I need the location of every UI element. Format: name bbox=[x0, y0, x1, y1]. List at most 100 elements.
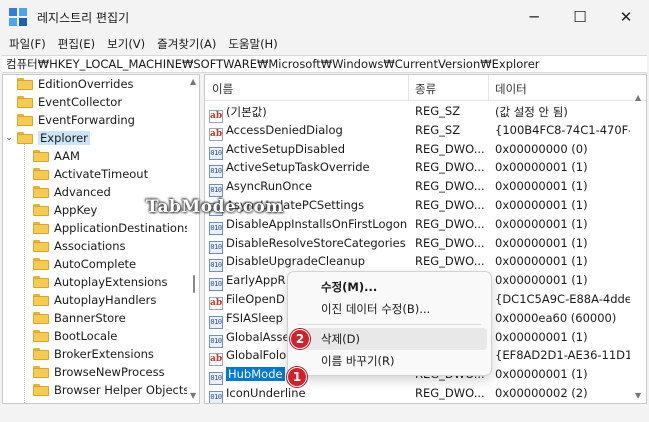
list-scrollbar[interactable]: ▲ ▼ bbox=[632, 75, 646, 403]
menu-favorites[interactable]: 즐겨찾기(A) bbox=[151, 36, 222, 52]
tree-item-label: EventForwarding bbox=[38, 113, 135, 127]
value-row[interactable]: 010 DisableAppInstallsOnFirstLogon REG_DWO… bbox=[205, 215, 630, 235]
tree-item-label: BrokerExtensions bbox=[54, 347, 154, 361]
menu-item-modify[interactable]: 수정(M)... bbox=[292, 276, 487, 298]
folder-icon bbox=[33, 150, 49, 162]
key-tree-pane[interactable]: EditionOverrides EventCollector EventFor… bbox=[2, 74, 200, 404]
tree-item-label: EventCollector bbox=[38, 95, 123, 109]
close-button[interactable]: ✕ bbox=[603, 0, 649, 34]
column-header-type[interactable]: 종류 bbox=[415, 81, 436, 97]
tree-guide-line bbox=[24, 139, 25, 403]
scroll-up-icon[interactable]: ▲ bbox=[635, 93, 641, 102]
context-menu: 수정(M)... 이진 데이터 수정(B)... 삭제(D) 이름 바꾸기(R) bbox=[287, 271, 492, 376]
value-name: IconUnderline bbox=[226, 386, 306, 400]
tree-item-child[interactable]: AppKey bbox=[33, 201, 97, 219]
tree-item-child[interactable]: BrowseNewProcess bbox=[33, 363, 165, 381]
value-data: 0x00000001 (1) bbox=[495, 254, 588, 269]
value-row[interactable]: ab (기본값) REG_SZ (값 설정 안 됨) bbox=[205, 102, 630, 123]
tree-item-label: BrowseNewProcess bbox=[54, 365, 165, 379]
value-name: GlobalFolo bbox=[226, 348, 287, 363]
value-type: REG_DWO... bbox=[415, 254, 485, 269]
tree-item-child[interactable]: Advanced bbox=[33, 183, 111, 201]
tree-item-child[interactable]: ApplicationDestinations bbox=[33, 219, 190, 237]
maximize-button[interactable]: ☐ bbox=[557, 0, 603, 34]
tree-item-label: Browser Helper Objects bbox=[54, 383, 190, 397]
tree-item-explorer[interactable]: ⌄ Explorer bbox=[3, 129, 90, 147]
watermark: TabMode.com bbox=[146, 197, 284, 217]
chevron-down-icon[interactable]: ⌄ bbox=[3, 133, 15, 143]
menu-item-delete[interactable]: 삭제(D) bbox=[292, 328, 487, 350]
menu-separator bbox=[298, 324, 481, 325]
column-divider bbox=[488, 75, 489, 101]
scroll-down-icon[interactable]: ▼ bbox=[190, 391, 196, 400]
scroll-down-icon[interactable]: ▼ bbox=[635, 391, 641, 400]
value-data: {EF8AD2D1-AE36-11D1- bbox=[495, 348, 630, 363]
value-data: 0x00000001 (1) bbox=[495, 160, 588, 175]
tree-item-child[interactable]: Associations bbox=[33, 237, 125, 255]
address-bar[interactable]: 컴퓨터₩HKEY_LOCAL_MACHINE₩SOFTWARE₩Microsof… bbox=[2, 55, 647, 73]
tree-item-child[interactable]: ActivateTimeout bbox=[33, 165, 148, 183]
tree-item-label: ActivateTimeout bbox=[54, 167, 149, 181]
tree-item-label: AutoplayExtensions bbox=[54, 275, 168, 289]
list-header: 이름 종류 데이터 bbox=[205, 75, 646, 101]
value-name: EarlyAppR bbox=[226, 273, 286, 288]
tree-item-child[interactable]: BannerStore bbox=[33, 309, 126, 327]
tree-item-label: BootLocale bbox=[54, 329, 118, 343]
value-row[interactable]: 010 DisableResolveStoreCategories REG_DWO.… bbox=[205, 234, 630, 254]
value-type: REG_SZ bbox=[415, 104, 461, 118]
value-data: 0x00000001 (1) bbox=[495, 179, 588, 194]
value-name: ActiveSetupTaskOverride bbox=[226, 160, 370, 175]
value-name: DisableUpgradeCleanup bbox=[226, 254, 366, 269]
tree-item-child[interactable]: AutoplayExtensions bbox=[33, 273, 168, 291]
folder-icon bbox=[17, 78, 33, 90]
tree-item-label: Explorer bbox=[38, 131, 90, 145]
value-name: DisableAppInstallsOnFirstLogon bbox=[226, 216, 407, 231]
value-data: 0x00000000 (0) bbox=[495, 141, 588, 156]
scroll-thumb[interactable] bbox=[193, 275, 195, 293]
tree-item-label: ApplicationDestinations bbox=[54, 221, 191, 235]
folder-icon bbox=[17, 114, 33, 126]
tree-item-eventcollector[interactable]: EventCollector bbox=[17, 93, 122, 111]
folder-icon bbox=[33, 312, 49, 324]
menu-file[interactable]: 파일(F) bbox=[3, 36, 52, 52]
folder-icon bbox=[33, 294, 49, 306]
value-name-cell: 010 IconUnderline bbox=[209, 386, 407, 403]
scroll-up-icon[interactable]: ▲ bbox=[190, 77, 196, 86]
tree-item-label: AutoComplete bbox=[54, 257, 137, 271]
column-header-name[interactable]: 이름 bbox=[212, 81, 233, 97]
menu-item-modify-binary[interactable]: 이진 데이터 수정(B)... bbox=[292, 298, 487, 320]
tree-item-child[interactable]: BrokerExtensions bbox=[33, 345, 154, 363]
value-name: FSIASleep bbox=[226, 310, 283, 325]
menu-item-rename[interactable]: 이름 바꾸기(R) bbox=[292, 350, 487, 372]
tree-item-label: AAM bbox=[54, 149, 80, 163]
value-data: 0x00000001 (1) bbox=[495, 367, 588, 382]
value-row[interactable]: 010 IconUnderline REG_DWO... 0x00000002 (2) bbox=[205, 384, 630, 403]
menu-help[interactable]: 도움말(H) bbox=[222, 36, 283, 52]
tree-item-child[interactable]: AAM bbox=[33, 147, 80, 165]
value-data: 0x00000001 (1) bbox=[495, 329, 588, 344]
value-row[interactable]: ab AccessDeniedDialog REG_SZ {100B4FC8-74C1… bbox=[205, 121, 630, 141]
value-type: REG_DWO... bbox=[415, 179, 485, 194]
tree-item-label: BannerStore bbox=[54, 311, 126, 325]
minimize-button[interactable]: ─ bbox=[511, 0, 557, 34]
folder-icon bbox=[33, 204, 49, 216]
tree-item-eventforwarding[interactable]: EventForwarding bbox=[17, 111, 135, 129]
value-name-cell: 010 DisableAppInstallsOnFirstLogon bbox=[209, 217, 407, 235]
menu-view[interactable]: 보기(V) bbox=[101, 36, 151, 52]
value-data: {100B4FC8-74C1-470F-E bbox=[495, 122, 630, 137]
tree-scrollbar[interactable]: ▲ ▼ bbox=[187, 75, 199, 403]
tree-item-child[interactable]: BootLocale bbox=[33, 327, 117, 345]
value-row[interactable]: 010 AsyncRunOnce REG_DWO... 0x00000001 (1) bbox=[205, 177, 630, 198]
value-type: REG_DWO... bbox=[415, 235, 485, 250]
value-row[interactable]: 010 DisableUpgradeCleanup REG_DWO... 0x0000… bbox=[205, 252, 630, 273]
value-data: 0x00000002 (2) bbox=[495, 386, 588, 400]
value-row[interactable]: 010 ActiveSetupDisabled REG_DWO... 0x000000… bbox=[205, 140, 630, 160]
tree-item-child[interactable]: AutoplayHandlers bbox=[33, 291, 156, 309]
folder-icon bbox=[33, 330, 49, 342]
value-row[interactable]: 010 ActiveSetupTaskOverride REG_DWO... 0x00… bbox=[205, 158, 630, 179]
tree-item-editionoverrides[interactable]: EditionOverrides bbox=[17, 75, 134, 93]
tree-item-child[interactable]: Browser Helper Objects bbox=[33, 381, 189, 399]
tree-item-child[interactable]: AutoComplete bbox=[33, 255, 136, 273]
menu-edit[interactable]: 편집(E) bbox=[52, 36, 101, 52]
column-header-data[interactable]: 데이터 bbox=[495, 81, 527, 97]
